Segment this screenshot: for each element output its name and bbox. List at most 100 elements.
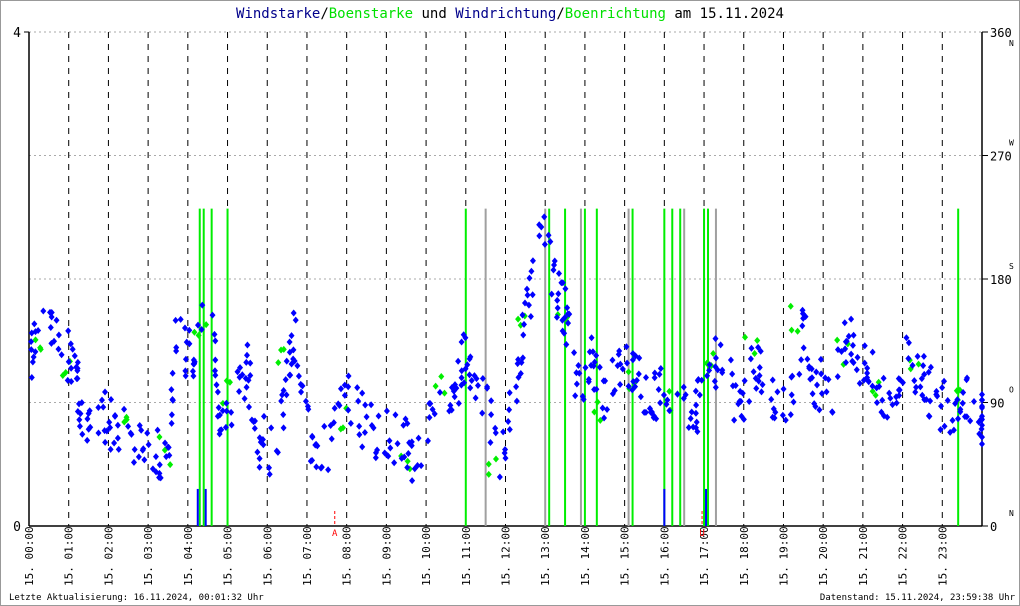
wind-direction-point <box>841 319 848 327</box>
wind-direction-point <box>58 351 65 359</box>
wind-direction-point <box>758 388 765 396</box>
wind-direction-point <box>455 357 462 365</box>
wind-direction-point <box>529 291 536 299</box>
wind-direction-point <box>392 411 399 419</box>
x-tick-label: 15. 13:00 <box>539 526 552 586</box>
wind-direction-point <box>458 338 465 346</box>
wind-direction-point <box>359 443 366 451</box>
wind-direction-point <box>347 419 354 427</box>
wind-direction-point <box>79 430 86 438</box>
wind-direction-point <box>582 364 589 372</box>
wind-direction-point <box>169 369 176 377</box>
wind-direction-point <box>528 267 535 275</box>
x-tick-label: 15. 07:00 <box>301 526 314 586</box>
wind-direction-point <box>356 422 363 430</box>
wind-direction-point <box>95 429 102 437</box>
wind-direction-point <box>102 438 109 446</box>
x-tick-label: 15. 02:00 <box>102 526 115 586</box>
wind-direction-point <box>295 372 302 380</box>
x-tick-label: 15. 23:00 <box>936 526 949 586</box>
wind-direction-point <box>787 411 794 419</box>
wind-direction-point <box>135 453 142 461</box>
wind-direction-point <box>328 435 335 443</box>
wind-direction-point <box>637 393 644 401</box>
wind-direction-point <box>635 370 642 378</box>
wind-direction-point <box>506 406 513 414</box>
wind-direction-point <box>768 395 775 403</box>
gust-direction-point <box>751 350 758 358</box>
gust-direction-point <box>794 327 801 335</box>
direction-label: S <box>1009 262 1014 271</box>
wind-direction-point <box>693 418 700 426</box>
gust-direction-point <box>441 389 448 397</box>
wind-direction-point <box>809 390 816 398</box>
wind-direction-point <box>375 412 382 420</box>
wind-direction-point <box>813 368 820 376</box>
last-update-text: Letzte Aktualisierung: 16.11.2024, 00:01… <box>9 593 264 603</box>
wind-direction-point <box>750 368 757 376</box>
wind-direction-point <box>55 345 62 353</box>
wind-direction-point <box>692 409 699 417</box>
wind-direction-point <box>834 373 841 381</box>
wind-direction-point <box>172 316 179 324</box>
wind-direction-point <box>53 316 60 324</box>
gust-direction-point <box>515 315 522 323</box>
wind-direction-point <box>282 376 289 384</box>
wind-direction-point <box>642 373 649 381</box>
sun-marker-label: A <box>332 529 338 539</box>
wind-direction-point <box>717 341 724 349</box>
wind-direction-point <box>236 388 243 396</box>
wind-direction-point <box>798 356 805 364</box>
wind-direction-point <box>436 388 443 396</box>
x-tick-label: 15. 03:00 <box>142 526 155 586</box>
wind-direction-point <box>545 231 552 239</box>
right-tick-label: 90 <box>990 397 1004 411</box>
wind-direction-point <box>286 338 293 346</box>
wind-direction-point <box>572 392 579 400</box>
wind-direction-point <box>209 311 216 319</box>
wind-direction-point <box>656 370 663 378</box>
x-tick-label: 15. 08:00 <box>341 526 354 586</box>
right-tick-label: 0 <box>990 520 997 534</box>
wind-direction-point <box>506 425 513 433</box>
wind-direction-point <box>541 213 548 221</box>
wind-direction-point <box>488 397 495 405</box>
wind-direction-point <box>854 353 861 361</box>
x-tick-label: 15. 15:00 <box>619 526 632 586</box>
wind-direction-point <box>920 362 927 370</box>
wind-direction-point <box>112 412 119 420</box>
wind-direction-point <box>29 358 36 366</box>
x-tick-label: 15. 06:00 <box>261 526 274 586</box>
direction-label: N <box>1009 509 1014 518</box>
data-timestamp-text: Datenstand: 15.11.2024, 23:59:38 Uhr <box>819 593 1015 603</box>
wind-direction-point <box>655 385 662 393</box>
wind-direction-point <box>920 352 927 360</box>
wind-direction-point <box>363 413 370 421</box>
wind-direction-point <box>298 388 305 396</box>
wind-direction-point <box>245 403 252 411</box>
wind-direction-point <box>887 394 894 402</box>
wind-direction-point <box>309 432 316 440</box>
wind-direction-point <box>911 377 918 385</box>
x-tick-label: 15. 10:00 <box>420 526 433 586</box>
gust-direction-point <box>834 336 841 344</box>
wind-direction-point <box>288 332 295 340</box>
wind-direction-point <box>280 424 287 432</box>
left-tick-label: 4 <box>13 26 21 41</box>
wind-direction-point <box>283 357 290 365</box>
wind-direction-point <box>886 389 893 397</box>
wind-direction-point <box>84 436 91 444</box>
wind-direction-point <box>696 391 703 399</box>
wind-direction-point <box>168 411 175 419</box>
wind-direction-point <box>790 398 797 406</box>
wind-direction-point <box>514 360 521 368</box>
wind-direction-point <box>313 463 320 471</box>
wind-direction-point <box>84 415 91 423</box>
gust-direction-point <box>167 461 174 469</box>
wind-direction-point <box>65 327 72 335</box>
wind-direction-point <box>502 454 509 462</box>
wind-direction-point <box>455 399 462 407</box>
wind-direction-point <box>55 331 62 339</box>
wind-direction-point <box>168 419 175 427</box>
right-tick-label: 180 <box>990 273 1012 287</box>
